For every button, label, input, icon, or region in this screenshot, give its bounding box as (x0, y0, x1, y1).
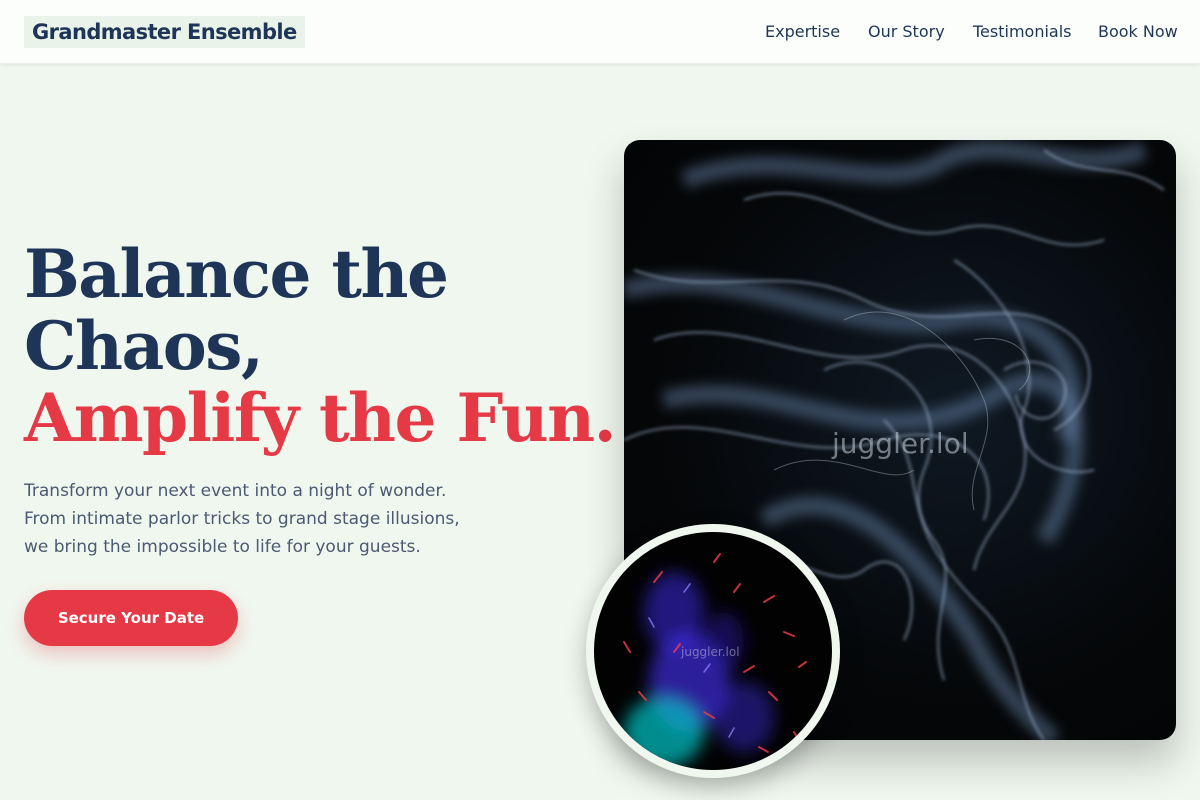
hero-subtitle-line-2: From intimate parlor tricks to grand sta… (24, 509, 460, 529)
hero-subtitle-line-3: we bring the impossible to life for your… (24, 537, 421, 557)
nav-link-our-story[interactable]: Our Story (868, 21, 945, 43)
nav-link-book-now[interactable]: Book Now (1098, 21, 1178, 43)
nav-link-testimonials[interactable]: Testimonials (973, 21, 1072, 43)
hero-title-line-3: Amplify the Fun. (24, 379, 617, 457)
nav-link-expertise[interactable]: Expertise (765, 21, 840, 43)
brand-logo[interactable]: Grandmaster Ensemble (24, 16, 305, 48)
circle-image-watermark: juggler.lol (681, 645, 740, 659)
sparks-circle-image: juggler.lol (586, 524, 840, 778)
hero-title: Balance the Chaos, Amplify the Fun. (24, 235, 617, 457)
main-image-watermark: juggler.lol (832, 427, 969, 460)
hero-subtitle-line-1: Transform your next event into a night o… (24, 481, 447, 501)
hero-title-line-1: Balance the (24, 235, 449, 313)
top-navbar: Grandmaster Ensemble Expertise Our Story… (0, 0, 1200, 64)
hero-title-line-2: Chaos, (24, 307, 264, 385)
secure-your-date-button[interactable]: Secure Your Date (24, 590, 238, 646)
hero-subtitle: Transform your next event into a night o… (24, 477, 494, 561)
